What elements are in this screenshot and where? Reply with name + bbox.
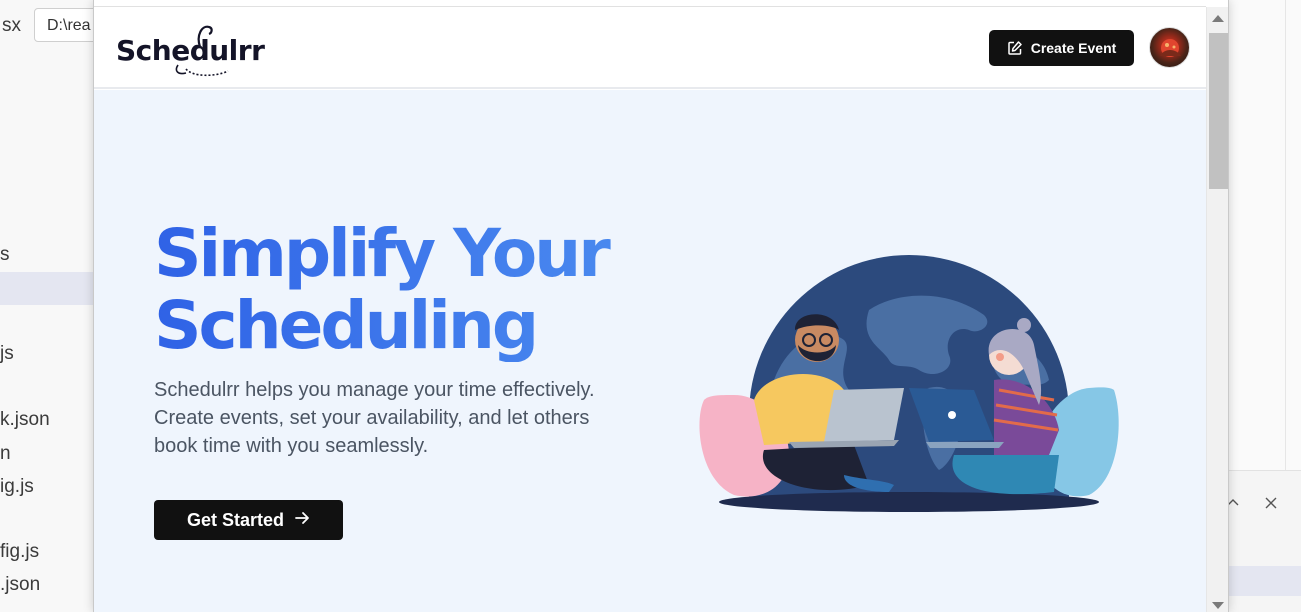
browser-window: Schedulrr Create Event Simplify Your Sch…	[93, 0, 1229, 612]
page-scrollbar[interactable]	[1206, 7, 1228, 612]
file-tree-item[interactable]: k.json	[0, 409, 50, 431]
window-top-strip	[94, 0, 1206, 7]
title-line-1: Simplify Your	[154, 215, 608, 292]
title-line-2: Scheduling	[154, 287, 537, 364]
site-header: Schedulrr Create Event	[94, 7, 1206, 89]
file-tree-item[interactable]: n	[0, 443, 11, 465]
file-tree-item[interactable]: fig.js	[0, 541, 39, 563]
file-tree-item-selected[interactable]	[0, 272, 94, 305]
editor-ruler	[1285, 0, 1286, 470]
avatar[interactable]	[1149, 27, 1190, 68]
pencil-square-icon	[1007, 40, 1023, 56]
file-tree-item[interactable]: s	[0, 244, 10, 266]
page-viewport: Schedulrr Create Event Simplify Your Sch…	[94, 7, 1206, 612]
file-tree-item[interactable]: sx	[2, 15, 21, 37]
page-title: Simplify Your Scheduling	[154, 218, 674, 362]
file-tree-item[interactable]: js	[0, 343, 14, 365]
file-tree-item[interactable]: .json	[0, 574, 40, 596]
logo-text: Schedulrr	[116, 34, 265, 67]
editor-right-pane	[1228, 0, 1301, 612]
hero-illustration	[699, 255, 1119, 512]
arrow-right-icon	[294, 510, 310, 531]
panel-selected-row[interactable]	[1229, 566, 1301, 596]
file-tree-item[interactable]: ig.js	[0, 476, 34, 498]
hero-description: Schedulrr helps you manage your time eff…	[154, 379, 595, 457]
scroll-down-arrow-icon[interactable]	[1212, 602, 1224, 609]
logo[interactable]: Schedulrr	[116, 17, 266, 81]
get-started-label: Get Started	[186, 509, 285, 530]
create-event-label: Create Event	[1030, 40, 1117, 56]
create-event-button[interactable]: Create Event	[989, 30, 1134, 66]
get-started-button[interactable]: Get Started	[154, 500, 343, 540]
scrollbar-thumb[interactable]	[1209, 33, 1228, 189]
close-icon[interactable]	[1260, 494, 1282, 516]
hero-section: Simplify Your Scheduling Schedulrr helps…	[94, 90, 1206, 612]
scroll-up-arrow-icon[interactable]	[1212, 15, 1224, 22]
